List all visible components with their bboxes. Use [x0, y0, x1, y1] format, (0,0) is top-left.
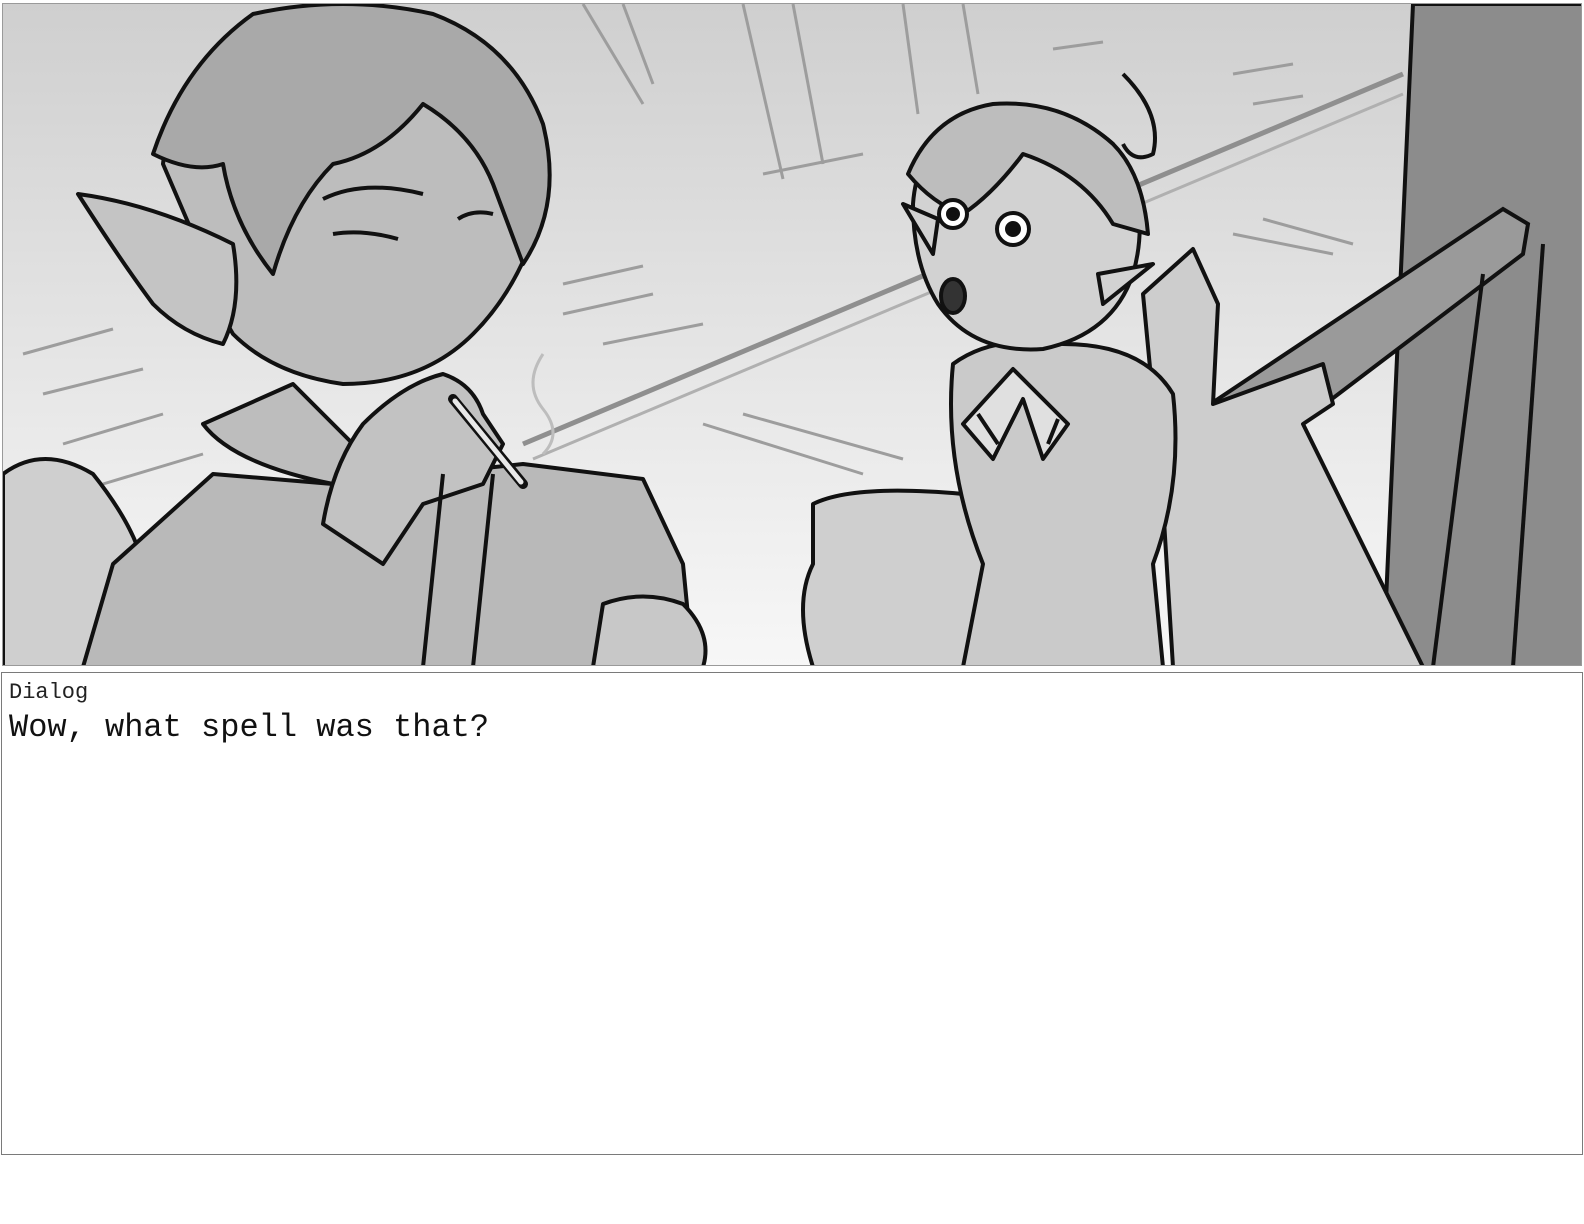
- storyboard-panel: [2, 3, 1582, 666]
- dialog-label: Dialog: [9, 680, 89, 705]
- dialog-box: Dialog Wow, what spell was that?: [1, 672, 1583, 1155]
- dialog-text: Wow, what spell was that?: [9, 709, 490, 746]
- scene-illustration: [3, 4, 1581, 665]
